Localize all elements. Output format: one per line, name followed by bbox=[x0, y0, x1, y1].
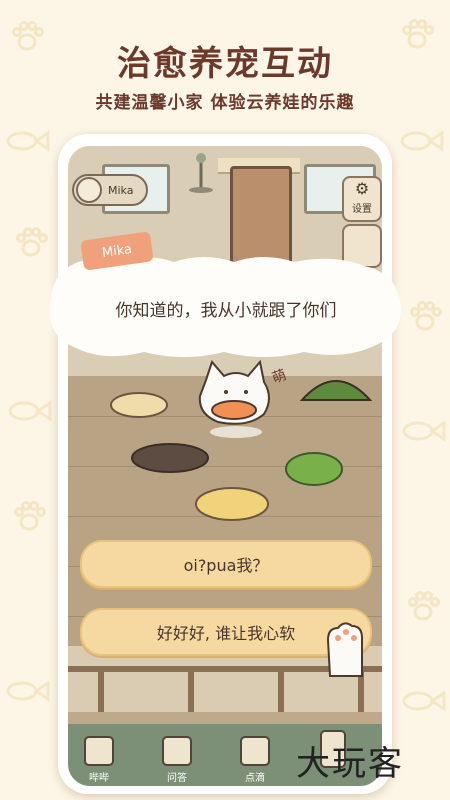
fish-icon bbox=[400, 130, 444, 152]
phone-frame: Mika ⚙ 设置 哔哔 问答 点滴 bbox=[58, 134, 392, 794]
note-icon bbox=[162, 736, 192, 766]
tab-chat[interactable]: 哔哔 bbox=[74, 736, 124, 784]
paw-pointer-icon bbox=[326, 622, 363, 677]
settings-label: 设置 bbox=[352, 204, 372, 215]
settings-button[interactable]: ⚙ 设置 bbox=[342, 176, 382, 222]
promo-subline: 共建温馨小家 体验云养娃的乐趣 bbox=[95, 93, 355, 113]
paw-print-icon bbox=[410, 301, 442, 331]
rail-post bbox=[98, 672, 104, 712]
tab-qa[interactable]: 问答 bbox=[152, 736, 202, 784]
watermark-logo: 大玩客 bbox=[296, 744, 404, 784]
rail-post bbox=[188, 672, 194, 712]
slipper-yellow-icon bbox=[195, 487, 269, 521]
tab-label: 点滴 bbox=[245, 773, 265, 784]
fish-icon bbox=[402, 420, 446, 442]
tab-label: 问答 bbox=[167, 773, 187, 784]
turtle-shell-icon bbox=[299, 380, 373, 401]
heart-card-icon bbox=[240, 736, 270, 766]
fish-icon bbox=[402, 690, 446, 712]
pet-avatar bbox=[76, 177, 102, 203]
plant-icon bbox=[189, 153, 213, 193]
paw-print-icon bbox=[16, 227, 48, 257]
fish-icon bbox=[8, 400, 52, 422]
slipper-cream-icon bbox=[110, 392, 168, 418]
tab-label: 哔哔 bbox=[89, 773, 109, 784]
slipper-green-icon bbox=[285, 452, 343, 486]
tab-moments[interactable]: 点滴 bbox=[230, 736, 280, 784]
dialog-text: 你知道的，我从小就跟了你们 bbox=[115, 301, 337, 321]
promo-headline: 治愈养宠互动 bbox=[117, 44, 333, 84]
gear-icon: ⚙ bbox=[354, 179, 370, 198]
fish-icon bbox=[6, 680, 50, 702]
paw-print-icon bbox=[408, 591, 440, 621]
fish-icon bbox=[6, 130, 50, 152]
cat-face-icon bbox=[84, 736, 114, 766]
rail-post bbox=[278, 672, 284, 712]
rail-post bbox=[358, 672, 364, 712]
pet-name: Mika bbox=[108, 183, 134, 197]
pet-profile-chip[interactable]: Mika bbox=[72, 174, 148, 206]
paw-print-icon bbox=[14, 501, 46, 531]
choice-button-1[interactable]: oi?pua我？ bbox=[80, 540, 372, 588]
